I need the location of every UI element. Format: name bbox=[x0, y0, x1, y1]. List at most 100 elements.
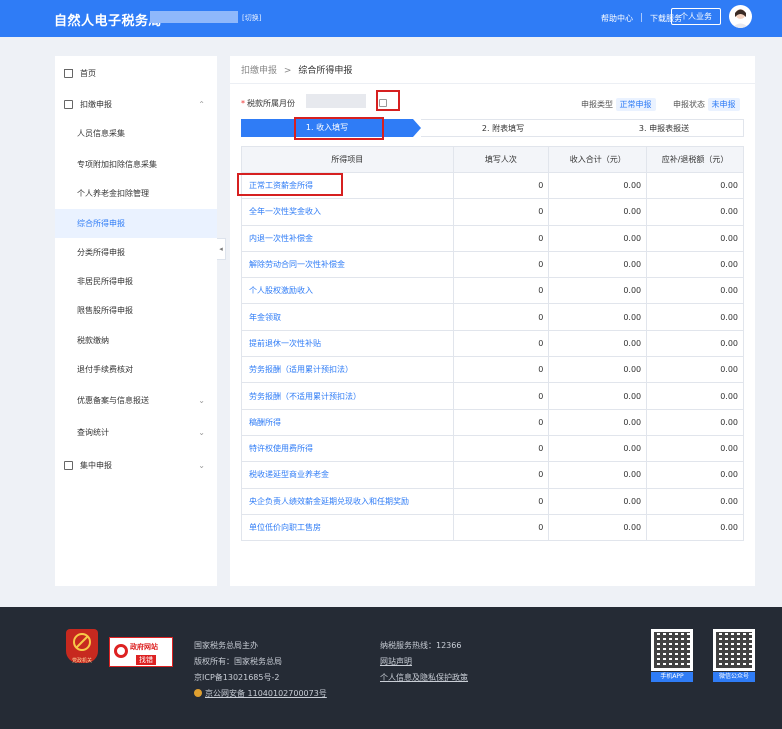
footer-police-text: 京公网安备 11040102700073号 bbox=[205, 689, 327, 698]
income-item-link[interactable]: 税收递延型商业养老金 bbox=[241, 461, 454, 489]
table-row: 税收递延型商业养老金 0 0.00 0.00 bbox=[241, 461, 744, 489]
footer-icp[interactable]: 京ICP备13021685号-2 bbox=[194, 670, 327, 686]
avatar[interactable] bbox=[729, 5, 752, 28]
sidebar-sub-restricted-shares[interactable]: 限售股所得申报 bbox=[55, 296, 217, 325]
sidebar-item-withholding[interactable]: 扣缴申报 ⌃ bbox=[55, 90, 217, 119]
step-arrow bbox=[413, 119, 421, 137]
step-attachment[interactable]: 2. 附表填写 bbox=[421, 119, 585, 137]
period-label-text: 税款所属月份 bbox=[247, 99, 295, 108]
chevron-down-icon: ⌄ bbox=[198, 396, 205, 405]
tax-payable-cell: 0.00 bbox=[646, 198, 744, 226]
sidebar-sub-special-deduction[interactable]: 专项附加扣除信息采集 bbox=[55, 150, 217, 179]
sidebar-sub-fee-refund[interactable]: 退付手续费核对 bbox=[55, 355, 217, 384]
tax-payable-cell: 0.00 bbox=[646, 277, 744, 305]
emblem-caption: 党政机关 bbox=[71, 658, 92, 664]
site-statement-link[interactable]: 网站声明 bbox=[380, 654, 468, 670]
column-header: 应补/退税额（元） bbox=[646, 146, 744, 173]
table-row: 全年一次性奖金收入 0 0.00 0.00 bbox=[241, 198, 744, 226]
sidebar-sub-personnel-info[interactable]: 人员信息采集 bbox=[55, 119, 217, 148]
sidebar-item-label: 非居民所得申报 bbox=[77, 277, 133, 286]
table-row: 解除劳动合同一次性补偿金 0 0.00 0.00 bbox=[241, 250, 744, 279]
sidebar-sub-query-stats[interactable]: 查询统计 ⌄ bbox=[55, 418, 217, 447]
income-item-link[interactable]: 解除劳动合同一次性补偿金 bbox=[241, 250, 454, 279]
privacy-policy-link[interactable]: 个人信息及隐私保护政策 bbox=[380, 670, 468, 686]
income-total-cell: 0.00 bbox=[548, 329, 648, 358]
switch-account-link[interactable]: [切换] bbox=[242, 13, 261, 23]
footer-info-right: 纳税服务热线：12366 网站声明 个人信息及隐私保护政策 bbox=[380, 638, 468, 686]
income-total-cell: 0.00 bbox=[548, 224, 648, 252]
income-item-link[interactable]: 内退一次性补偿金 bbox=[241, 224, 454, 252]
chevron-down-icon: ⌄ bbox=[198, 461, 205, 470]
income-total-cell: 0.00 bbox=[548, 461, 648, 489]
income-item-link[interactable]: 稿酬所得 bbox=[241, 408, 454, 436]
sidebar-sub-tax-payment[interactable]: 税款缴纳 bbox=[55, 326, 217, 355]
table-header-row: 所得项目 填写人次 收入合计（元） 应补/退税额（元） bbox=[241, 146, 744, 173]
sidebar-item-label: 查询统计 bbox=[77, 428, 109, 437]
sidebar-item-label: 扣缴申报 bbox=[80, 100, 112, 109]
sidebar-sub-classified-income[interactable]: 分类所得申报 bbox=[55, 238, 217, 267]
income-item-link[interactable]: 年金领取 bbox=[241, 303, 454, 331]
step-submit[interactable]: 3. 申报表报送 bbox=[585, 119, 744, 137]
qr-wechat-label: 微信公众号 bbox=[713, 672, 755, 682]
required-mark: * bbox=[241, 99, 245, 108]
report-status-label: 申报状态 bbox=[673, 100, 705, 109]
income-table: 所得项目 填写人次 收入合计（元） 应补/退税额（元） 正常工资薪金所得 0 0.0… bbox=[241, 146, 744, 542]
footer-host: 国家税务总局主办 bbox=[194, 641, 258, 650]
income-item-link[interactable]: 劳务报酬（不适用累计预扣法） bbox=[241, 382, 454, 410]
income-item-link[interactable]: 单位低价向职工售房 bbox=[241, 513, 454, 542]
tax-payable-cell: 0.00 bbox=[646, 171, 744, 200]
personal-business-button[interactable]: 个人业务 bbox=[671, 8, 721, 25]
income-item-link[interactable]: 全年一次性奖金收入 bbox=[241, 198, 454, 226]
sidebar-item-label: 分类所得申报 bbox=[77, 248, 125, 257]
income-total-cell: 0.00 bbox=[548, 408, 648, 436]
income-item-link[interactable]: 劳务报酬（适用累计预扣法） bbox=[241, 356, 454, 384]
income-item-link[interactable]: 提前退休一次性补贴 bbox=[241, 329, 454, 358]
tax-payable-cell: 0.00 bbox=[646, 461, 744, 489]
sidebar-sub-nonresident-income[interactable]: 非居民所得申报 bbox=[55, 267, 217, 296]
gov-site-error-badge[interactable]: 政府网站 找错 bbox=[109, 637, 173, 667]
sidebar-item-centralized-declare[interactable]: 集中申报 ⌄ bbox=[55, 451, 217, 480]
income-item-link[interactable]: 个人股权激励收入 bbox=[241, 277, 454, 305]
fill-count-cell: 0 bbox=[452, 461, 550, 489]
sidebar-item-label: 退付手续费核对 bbox=[77, 365, 133, 374]
fill-count-cell: 0 bbox=[452, 408, 550, 436]
magnifier-icon bbox=[114, 644, 128, 658]
sidebar-item-home[interactable]: 首页 bbox=[55, 59, 217, 88]
tax-payable-cell: 0.00 bbox=[646, 303, 744, 331]
qr-app-icon bbox=[651, 629, 693, 671]
highlight-box-row bbox=[237, 173, 343, 196]
breadcrumb-parent[interactable]: 扣缴申报 bbox=[241, 66, 277, 76]
column-header: 填写人次 bbox=[452, 146, 550, 173]
badge-line1: 政府网站 bbox=[130, 643, 158, 651]
footer-copyright: 版权所有：国家税务总局 bbox=[194, 657, 282, 666]
fill-count-cell: 0 bbox=[452, 303, 550, 331]
report-status: 申报状态 未申报 bbox=[673, 98, 740, 111]
column-header: 收入合计（元） bbox=[548, 146, 648, 173]
income-item-link[interactable]: 央企负责人绩效薪金延期兑现收入和任期奖励 bbox=[241, 487, 454, 515]
report-type: 申报类型 正常申报 bbox=[581, 98, 656, 111]
income-item-link[interactable]: 特许权使用费所得 bbox=[241, 434, 454, 463]
footer-police[interactable]: 京公网安备 11040102700073号 bbox=[194, 686, 327, 702]
chevron-down-icon: ⌄ bbox=[198, 428, 205, 437]
period-value-redacted bbox=[306, 94, 366, 108]
breadcrumb-separator: > bbox=[283, 66, 292, 76]
breadcrumb: 扣缴申报 > 综合所得申报 bbox=[241, 63, 352, 76]
tax-payable-cell: 0.00 bbox=[646, 513, 744, 542]
badge-line2: 找错 bbox=[136, 655, 156, 665]
sidebar-sub-pension[interactable]: 个人养老金扣除管理 bbox=[55, 179, 217, 208]
fill-count-cell: 0 bbox=[452, 382, 550, 410]
sidebar: 首页 扣缴申报 ⌃ 人员信息采集 专项附加扣除信息采集 个人养老金扣除管理 综合… bbox=[55, 56, 217, 586]
tax-payable-cell: 0.00 bbox=[646, 434, 744, 463]
report-status-badge: 未申报 bbox=[707, 98, 740, 111]
help-center-link[interactable]: 帮助中心 bbox=[601, 14, 633, 23]
fill-count-cell: 0 bbox=[452, 224, 550, 252]
fill-count-cell: 0 bbox=[452, 487, 550, 515]
sidebar-sub-preferential-filing[interactable]: 优惠备案与信息报送 ⌄ bbox=[55, 386, 217, 415]
breadcrumb-current: 综合所得申报 bbox=[298, 66, 353, 76]
table-row: 特许权使用费所得 0 0.00 0.00 bbox=[241, 434, 744, 463]
fill-count-cell: 0 bbox=[452, 356, 550, 384]
income-total-cell: 0.00 bbox=[548, 356, 648, 384]
sidebar-collapse-button[interactable]: ◂ bbox=[217, 238, 226, 260]
income-total-cell: 0.00 bbox=[548, 171, 648, 200]
sidebar-sub-comprehensive-income[interactable]: 综合所得申报 bbox=[55, 209, 217, 238]
